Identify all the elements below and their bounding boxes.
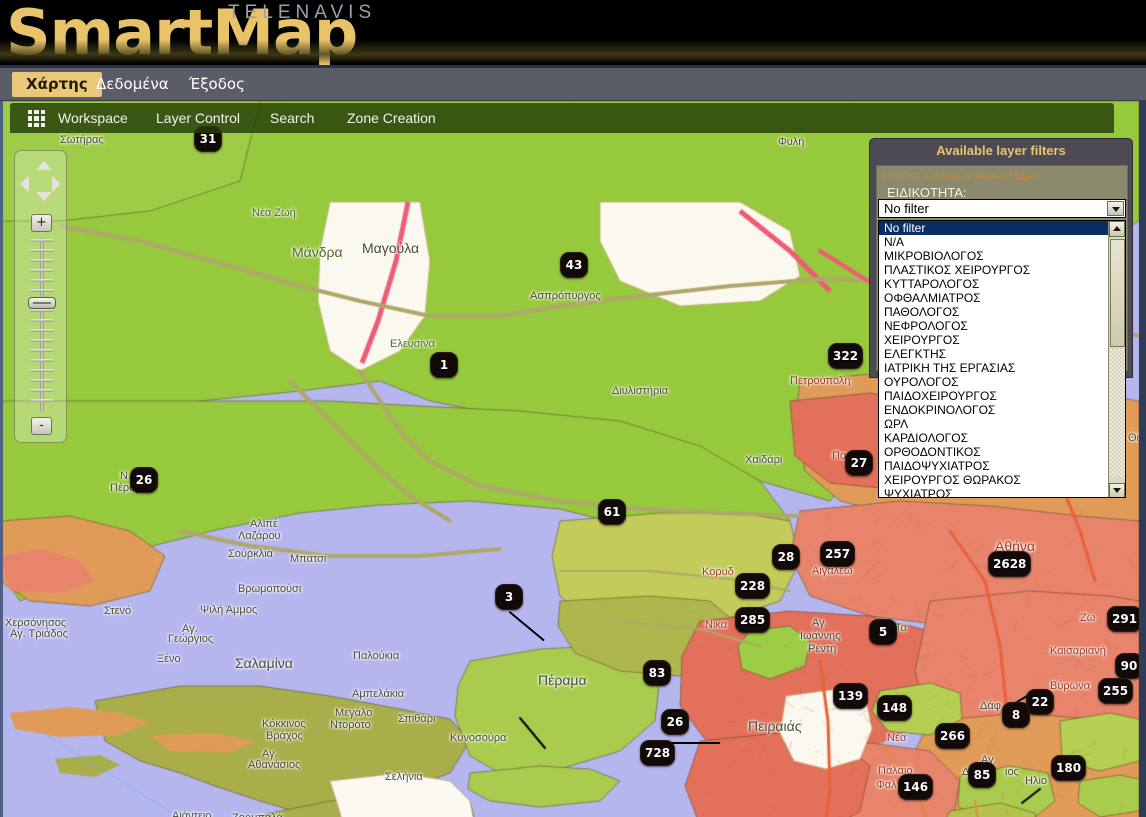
pan-right-arrow-icon[interactable]: [52, 176, 61, 192]
tab-exodos[interactable]: Έξοδος: [175, 72, 259, 97]
map-count-marker[interactable]: 180: [1051, 755, 1086, 781]
map-count-marker[interactable]: 3: [495, 584, 523, 610]
map-count-marker[interactable]: 8: [1002, 702, 1030, 728]
zoom-tick: [30, 319, 54, 322]
specialty-option-scroll: No filter N/A ΜΙΚΡΟΒΙΟΛΟΓΟΣ ΠΛΑΣΤΙΚΟΣ ΧΕΙΡΟ…: [879, 221, 1110, 498]
map-navigation-control: + -: [14, 150, 67, 443]
zoom-tick: [30, 369, 54, 372]
option-item[interactable]: ΕΝΔΟΚΡΙΝΟΛΟΓΟΣ: [879, 403, 1110, 417]
zoom-slider-track[interactable]: [40, 237, 44, 412]
pan-left-arrow-icon[interactable]: [20, 176, 29, 192]
map-count-marker[interactable]: 266: [935, 723, 970, 749]
tab-dedomena[interactable]: Δεδομένα: [82, 72, 183, 97]
menu-item-zone-creation[interactable]: Zone Creation: [347, 109, 436, 128]
option-item[interactable]: No filter: [879, 221, 1110, 235]
map-count-marker[interactable]: 728: [640, 740, 675, 766]
option-item[interactable]: ΧΕΙΡΟΥΡΓΟΣ: [879, 333, 1110, 347]
app-header: SmartMap TELENAVIS: [0, 0, 1146, 68]
map-count-marker[interactable]: 255: [1098, 678, 1133, 704]
zoom-tick: [30, 399, 54, 402]
zoom-tick: [30, 289, 54, 292]
menu-item-workspace[interactable]: Workspace: [58, 109, 128, 128]
option-item[interactable]: ΟΥΡΟΛΟΓΟΣ: [879, 375, 1110, 389]
map-count-marker[interactable]: 5: [869, 619, 897, 645]
primary-tab-bar: Χάρτης Δεδομένα Έξοδος: [0, 68, 1146, 101]
map-count-marker[interactable]: 26: [130, 467, 158, 493]
option-item[interactable]: ΠΑΙΔΟΧΕΙΡΟΥΡΓΟΣ: [879, 389, 1110, 403]
map-count-marker[interactable]: 257: [820, 541, 855, 567]
zoom-tick: [30, 349, 54, 352]
map-count-marker[interactable]: 26: [661, 709, 689, 735]
option-item[interactable]: ΕΛΕΓΚΤΗΣ: [879, 347, 1110, 361]
scroll-down-icon[interactable]: [1109, 483, 1125, 498]
menu-item-layer-control[interactable]: Layer Control: [156, 109, 240, 128]
zoom-tick: [30, 339, 54, 342]
specialty-select[interactable]: No filter: [878, 199, 1126, 218]
menu-item-search[interactable]: Search: [270, 109, 314, 128]
specialty-option-list[interactable]: No filter N/A ΜΙΚΡΟΒΙΟΛΟΓΟΣ ΠΛΑΣΤΙΚΟΣ ΧΕΙΡΟ…: [878, 220, 1126, 498]
specialty-select-value: No filter: [884, 201, 929, 216]
zoom-tick: [30, 239, 54, 242]
zoom-tick: [30, 379, 54, 382]
map-count-marker[interactable]: 83: [643, 660, 671, 686]
scrollbar-thumb[interactable]: [1110, 239, 1125, 347]
map-count-marker[interactable]: 2628: [988, 551, 1031, 577]
option-item[interactable]: N/A: [879, 235, 1110, 249]
zoom-tick: [30, 389, 54, 392]
filter-field-label: ΕΙΔΙΚΟΤΗΤΑ:: [887, 185, 967, 200]
option-item[interactable]: ΨΥΧΙΑΤΡΟΣ: [879, 487, 1110, 498]
zoom-out-button[interactable]: -: [31, 417, 52, 435]
filter-panel-title: Available layer filters: [870, 139, 1132, 163]
map-toolbar: Workspace Layer Control Search Zone Crea…: [10, 103, 1114, 133]
grid-icon[interactable]: [28, 110, 45, 127]
option-item[interactable]: ΚΑΡΔΙΟΛΟΓΟΣ: [879, 431, 1110, 445]
map-count-marker[interactable]: 291: [1107, 606, 1139, 632]
option-item[interactable]: ΟΡΘΟΔΟΝΤΙΚΟΣ: [879, 445, 1110, 459]
option-list-scrollbar[interactable]: [1108, 221, 1125, 498]
option-item[interactable]: ΠΑΙΔΟΨΥΧΙΑΤΡΟΣ: [879, 459, 1110, 473]
map-count-marker[interactable]: 27: [845, 450, 873, 476]
pan-down-arrow-icon[interactable]: [36, 192, 52, 201]
chevron-down-icon[interactable]: [1107, 201, 1124, 216]
scrollbar-track[interactable]: [1110, 349, 1125, 477]
option-item[interactable]: ΧΕΙΡΟΥΡΓΟΣ ΘΩΡΑΚΟΣ: [879, 473, 1110, 487]
zoom-tick: [30, 359, 54, 362]
scroll-up-icon[interactable]: [1109, 221, 1125, 237]
page-vertical-scrollbar[interactable]: [1139, 101, 1146, 817]
option-item[interactable]: ΟΦΘΑΛΜΙΑΤΡΟΣ: [879, 291, 1110, 305]
zoom-tick: [30, 309, 54, 312]
zoom-tick: [30, 249, 54, 252]
zoom-tick: [30, 329, 54, 332]
zoom-in-button[interactable]: +: [31, 214, 52, 232]
map-count-marker[interactable]: 322: [828, 343, 863, 369]
map-count-marker[interactable]: 90: [1115, 653, 1139, 679]
zoom-tick: [30, 259, 54, 262]
option-item[interactable]: ΝΕΦΡΟΛΟΓΟΣ: [879, 319, 1110, 333]
zoom-slider-thumb[interactable]: [28, 297, 56, 309]
option-item[interactable]: ΜΙΚΡΟΒΙΟΛΟΓΟΣ: [879, 249, 1110, 263]
filter-layer-name: Πλήθος Συνταγών Ιατρών/Δήμο: [883, 170, 1038, 182]
map-count-marker[interactable]: 139: [833, 683, 868, 709]
option-item[interactable]: ΩΡΛ: [879, 417, 1110, 431]
map-count-marker[interactable]: 285: [735, 607, 770, 633]
map-count-marker[interactable]: 85: [968, 762, 996, 788]
map-count-marker[interactable]: 1: [430, 352, 458, 378]
page-left-edge: [0, 101, 3, 817]
zoom-tick: [30, 269, 54, 272]
pan-up-arrow-icon[interactable]: [36, 161, 52, 170]
map-count-marker[interactable]: 228: [735, 573, 770, 599]
zoom-tick: [30, 279, 54, 282]
map-count-marker[interactable]: 148: [877, 695, 912, 721]
map-count-marker[interactable]: 61: [598, 499, 626, 525]
option-item[interactable]: ΚΥΤΤΑΡΟΛΟΓΟΣ: [879, 277, 1110, 291]
company-logo-telenavis: TELENAVIS: [228, 2, 376, 24]
option-item[interactable]: ΠΛΑΣΤΙΚΟΣ ΧΕΙΡΟΥΡΓΟΣ: [879, 263, 1110, 277]
map-count-marker[interactable]: 22: [1026, 689, 1054, 715]
option-item[interactable]: ΠΑΘΟΛΟΓΟΣ: [879, 305, 1110, 319]
map-count-marker[interactable]: 28: [772, 544, 800, 570]
map-count-marker[interactable]: 146: [898, 774, 933, 800]
option-item[interactable]: ΙΑΤΡΙΚΗ ΤΗΣ ΕΡΓΑΣΙΑΣ: [879, 361, 1110, 375]
map-count-marker[interactable]: 43: [560, 252, 588, 278]
